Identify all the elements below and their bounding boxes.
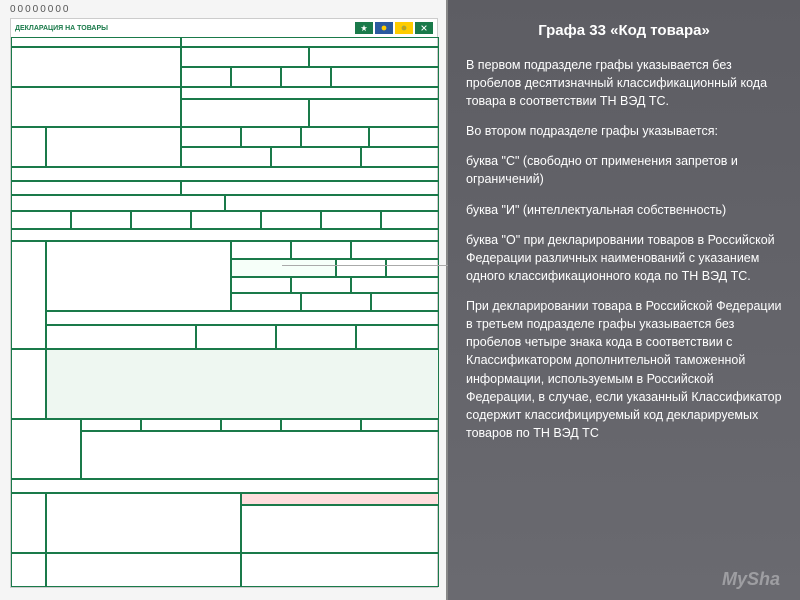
form-grid [11,37,437,587]
form-preview-panel: 00000000 ДЕКЛАРАЦИЯ НА ТОВАРЫ [0,0,448,600]
field-33-code [231,259,336,277]
panel-title: Графа 33 «Код товара» [466,20,782,42]
customs-declaration-form: ДЕКЛАРАЦИЯ НА ТОВАРЫ [10,18,438,588]
flag-row [355,22,433,34]
paragraph: буква "С" (свободно от применения запрет… [466,152,782,188]
form-header: ДЕКЛАРАЦИЯ НА ТОВАРЫ [11,19,437,37]
paragraph: буква "О" при декларировании товаров в Р… [466,231,782,285]
emblem-icon [375,22,393,34]
explanation-panel: Графа 33 «Код товара» В первом подраздел… [448,0,800,600]
paragraph: В первом подразделе графы указывается бе… [466,56,782,110]
watermark: MySha [722,566,780,592]
emblem-icon [415,22,433,34]
page-number: 00000000 [10,4,71,15]
paragraph: буква "И" (интеллектуальная собственност… [466,201,782,219]
emblem-icon [395,22,413,34]
paragraph: При декларировании товара в Российской Ф… [466,297,782,442]
pointer-line [282,265,448,266]
paragraph: Во втором подразделе графы указывается: [466,122,782,140]
form-title: ДЕКЛАРАЦИЯ НА ТОВАРЫ [15,25,355,32]
emblem-icon [355,22,373,34]
